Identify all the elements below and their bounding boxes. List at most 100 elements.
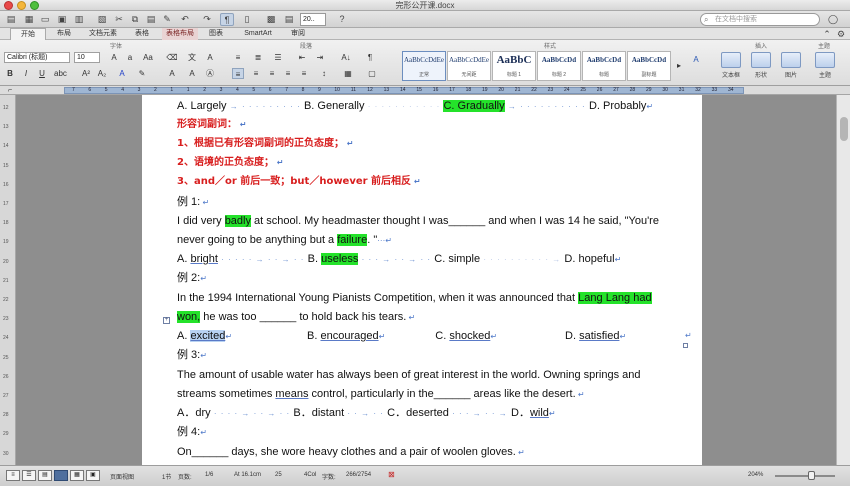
media-browser-icon[interactable]: ▤ <box>282 13 296 26</box>
borders-icon[interactable]: ▢ <box>366 68 378 79</box>
numbering-icon[interactable]: ≣ <box>252 52 264 63</box>
doc-paragraph-2b[interactable]: won, he was too ______ to hold back his … <box>177 308 415 326</box>
style-heading-1[interactable]: AaBbC 标题 1 <box>492 51 536 81</box>
doc-paragraph-1a[interactable]: I did very badly at school. My headmaste… <box>177 212 659 230</box>
notebook-view-button[interactable]: ▦ <box>70 470 84 481</box>
doc-paragraph-4[interactable]: On______ days, she wore heavy clothes an… <box>177 443 525 461</box>
align-right-button[interactable]: ≡ <box>266 68 278 79</box>
doc-rule-3[interactable]: 3、and／or 前后一致；but／however 前后相反 ↵ <box>177 173 421 191</box>
doc-rule-2[interactable]: 2、语境的正负态度； ↵ <box>177 154 283 172</box>
zoom-select[interactable]: 20.. <box>300 13 326 26</box>
sort-icon[interactable]: A↓ <box>340 52 352 63</box>
justify-button[interactable]: ≡ <box>282 68 294 79</box>
insert-picture-button[interactable]: 图片 <box>778 52 804 82</box>
paste-icon[interactable]: ▤ <box>144 13 158 26</box>
tab-stop-selector-icon[interactable]: ⌐ <box>4 86 16 95</box>
tab-charts[interactable]: 图表 <box>204 28 228 40</box>
insert-shape-button[interactable]: 形状 <box>748 52 774 82</box>
char-border-icon[interactable]: A <box>204 52 216 63</box>
doc-paragraph-2a[interactable]: In the 1994 International Young Pianists… <box>177 289 652 307</box>
vertical-scrollbar[interactable] <box>836 95 850 465</box>
subscript-button[interactable]: A₂ <box>96 68 108 79</box>
style-title[interactable]: AaBbCcDd 标题 <box>582 51 626 81</box>
sidebar-icon[interactable]: ▯ <box>240 13 254 26</box>
increase-indent-icon[interactable]: ⇥ <box>314 52 326 63</box>
cut-icon[interactable]: ✂ <box>112 13 126 26</box>
tab-tables[interactable]: 表格 <box>130 28 154 40</box>
print-layout-view-button[interactable] <box>54 470 68 481</box>
strikethrough-button[interactable]: abc <box>54 68 67 79</box>
show-formatting-icon[interactable]: ¶ <box>220 13 234 26</box>
doc-example-3-label[interactable]: 例 3:↵ <box>177 346 207 364</box>
tab-table-layout[interactable]: 表格布局 <box>162 28 198 40</box>
doc-heading-adj-adv[interactable]: 形容词副词： ↵ <box>177 116 247 134</box>
tab-smartart[interactable]: SmartArt <box>238 28 278 40</box>
bold-button[interactable]: B <box>4 68 16 79</box>
focus-view-button[interactable]: ▣ <box>86 470 100 481</box>
doc-example-1-label[interactable]: 例 1: ↵ <box>177 193 209 211</box>
vertical-ruler[interactable]: 12 13 14 15 16 17 18 19 20 21 22 23 24 25 26 27 28 29 30 <box>0 95 16 465</box>
align-center-button[interactable]: ≡ <box>250 68 262 79</box>
text-effects-button[interactable]: A <box>166 68 178 79</box>
doc-example-2-label[interactable]: 例 2:↵ <box>177 269 207 287</box>
bullets-icon[interactable]: ≡ <box>232 52 244 63</box>
save-icon[interactable]: ▣ <box>55 13 69 26</box>
underline-button[interactable]: U <box>36 68 48 79</box>
doc-rule-1[interactable]: 1、根据已有形容词副词的正负态度； ↵ <box>177 135 353 153</box>
enclose-char-icon[interactable]: Ⓐ <box>204 68 216 79</box>
decrease-indent-icon[interactable]: ⇤ <box>296 52 308 63</box>
styles-more-icon[interactable]: ▸ <box>673 60 685 71</box>
highlight-color-button[interactable]: ✎ <box>136 68 148 79</box>
grow-font-icon[interactable]: A <box>108 52 120 63</box>
clear-formatting-icon[interactable]: ⌫ <box>166 52 178 63</box>
table-move-handle[interactable]: + <box>163 317 170 324</box>
format-painter-icon[interactable]: ✎ <box>160 13 174 26</box>
insert-textbox-button[interactable]: 文本框 <box>718 52 744 82</box>
style-no-spacing[interactable]: AaBbCcDdEe 无间距 <box>447 51 491 81</box>
theme-button[interactable]: 主题 <box>812 52 838 82</box>
font-size-select[interactable]: 10 <box>74 52 100 63</box>
shading-icon[interactable]: ▦ <box>342 68 354 79</box>
redo-icon[interactable]: ↷ <box>200 13 214 26</box>
superscript-button[interactable]: A² <box>80 68 92 79</box>
style-heading-2[interactable]: AaBbCcDd 标题 2 <box>537 51 581 81</box>
copy-icon[interactable]: ⧉ <box>128 13 142 26</box>
text-styles-icon[interactable]: A <box>690 54 702 65</box>
import-icon[interactable]: ▧ <box>95 13 109 26</box>
char-shading-icon[interactable]: A <box>186 68 198 79</box>
zoom-slider-knob[interactable] <box>808 471 815 480</box>
line-spacing-icon[interactable]: ↕ <box>318 68 330 79</box>
shrink-font-icon[interactable]: a <box>124 52 136 63</box>
undo-icon[interactable]: ↶ <box>178 13 192 26</box>
doc-paragraph-1b[interactable]: never going to be anything but a failure… <box>177 231 392 249</box>
doc-paragraph-3b[interactable]: streams sometimes means control, particu… <box>177 385 585 403</box>
tab-layout[interactable]: 布局 <box>52 28 76 40</box>
multilevel-list-icon[interactable]: ☰ <box>272 52 284 63</box>
style-normal[interactable]: AaBbCcDdEe 正常 <box>402 51 446 81</box>
doc-paragraph-3a[interactable]: The amount of usable water has always be… <box>177 366 640 384</box>
italic-button[interactable]: I <box>20 68 32 79</box>
search-input[interactable]: ⌕ 在文档中搜索 <box>700 13 820 26</box>
templates-icon[interactable]: ▦ <box>22 13 36 26</box>
zoom-slider[interactable] <box>775 475 835 477</box>
doc-options-ex3[interactable]: A．dry · · · · → · · → · · B．distant · · … <box>177 404 556 422</box>
publishing-view-button[interactable]: ▤ <box>38 470 52 481</box>
table-resize-handle[interactable] <box>683 343 688 348</box>
horizontal-ruler[interactable]: ⌐ 7 6 5 4 3 2 1 1 2 3 4 5 6 7 8 9 10 11 12 13 14 15 16 17 18 19 20… <box>0 86 850 95</box>
tab-home[interactable]: 开始 <box>10 28 46 40</box>
change-case-icon[interactable]: Aa <box>142 52 154 63</box>
tab-review[interactable]: 审阅 <box>286 28 310 40</box>
print-icon[interactable]: ▥ <box>72 13 86 26</box>
toolbar-toggle-icon[interactable]: ◯ <box>826 13 840 26</box>
align-left-button[interactable]: ≡ <box>232 68 244 79</box>
scrollbar-thumb[interactable] <box>840 117 848 141</box>
doc-options-ex1[interactable]: A. bright · · · · · → · · → · · B. usele… <box>177 250 621 268</box>
outline-view-button[interactable]: ☰ <box>22 470 36 481</box>
toolbox-icon[interactable]: ▩ <box>264 13 278 26</box>
doc-options-ex2-table-row[interactable]: A. excited↵ B. encouraged↵ C. shocked↵ D. s… <box>177 327 626 345</box>
open-folder-icon[interactable]: ▭ <box>38 13 52 26</box>
font-color-button[interactable]: A <box>116 68 128 79</box>
phonetic-guide-icon[interactable]: 文 <box>186 52 198 63</box>
distributed-button[interactable]: ≡ <box>298 68 310 79</box>
doc-line-options-prev[interactable]: A. Largely → · · · · · · · · · B. Genera… <box>177 97 653 115</box>
